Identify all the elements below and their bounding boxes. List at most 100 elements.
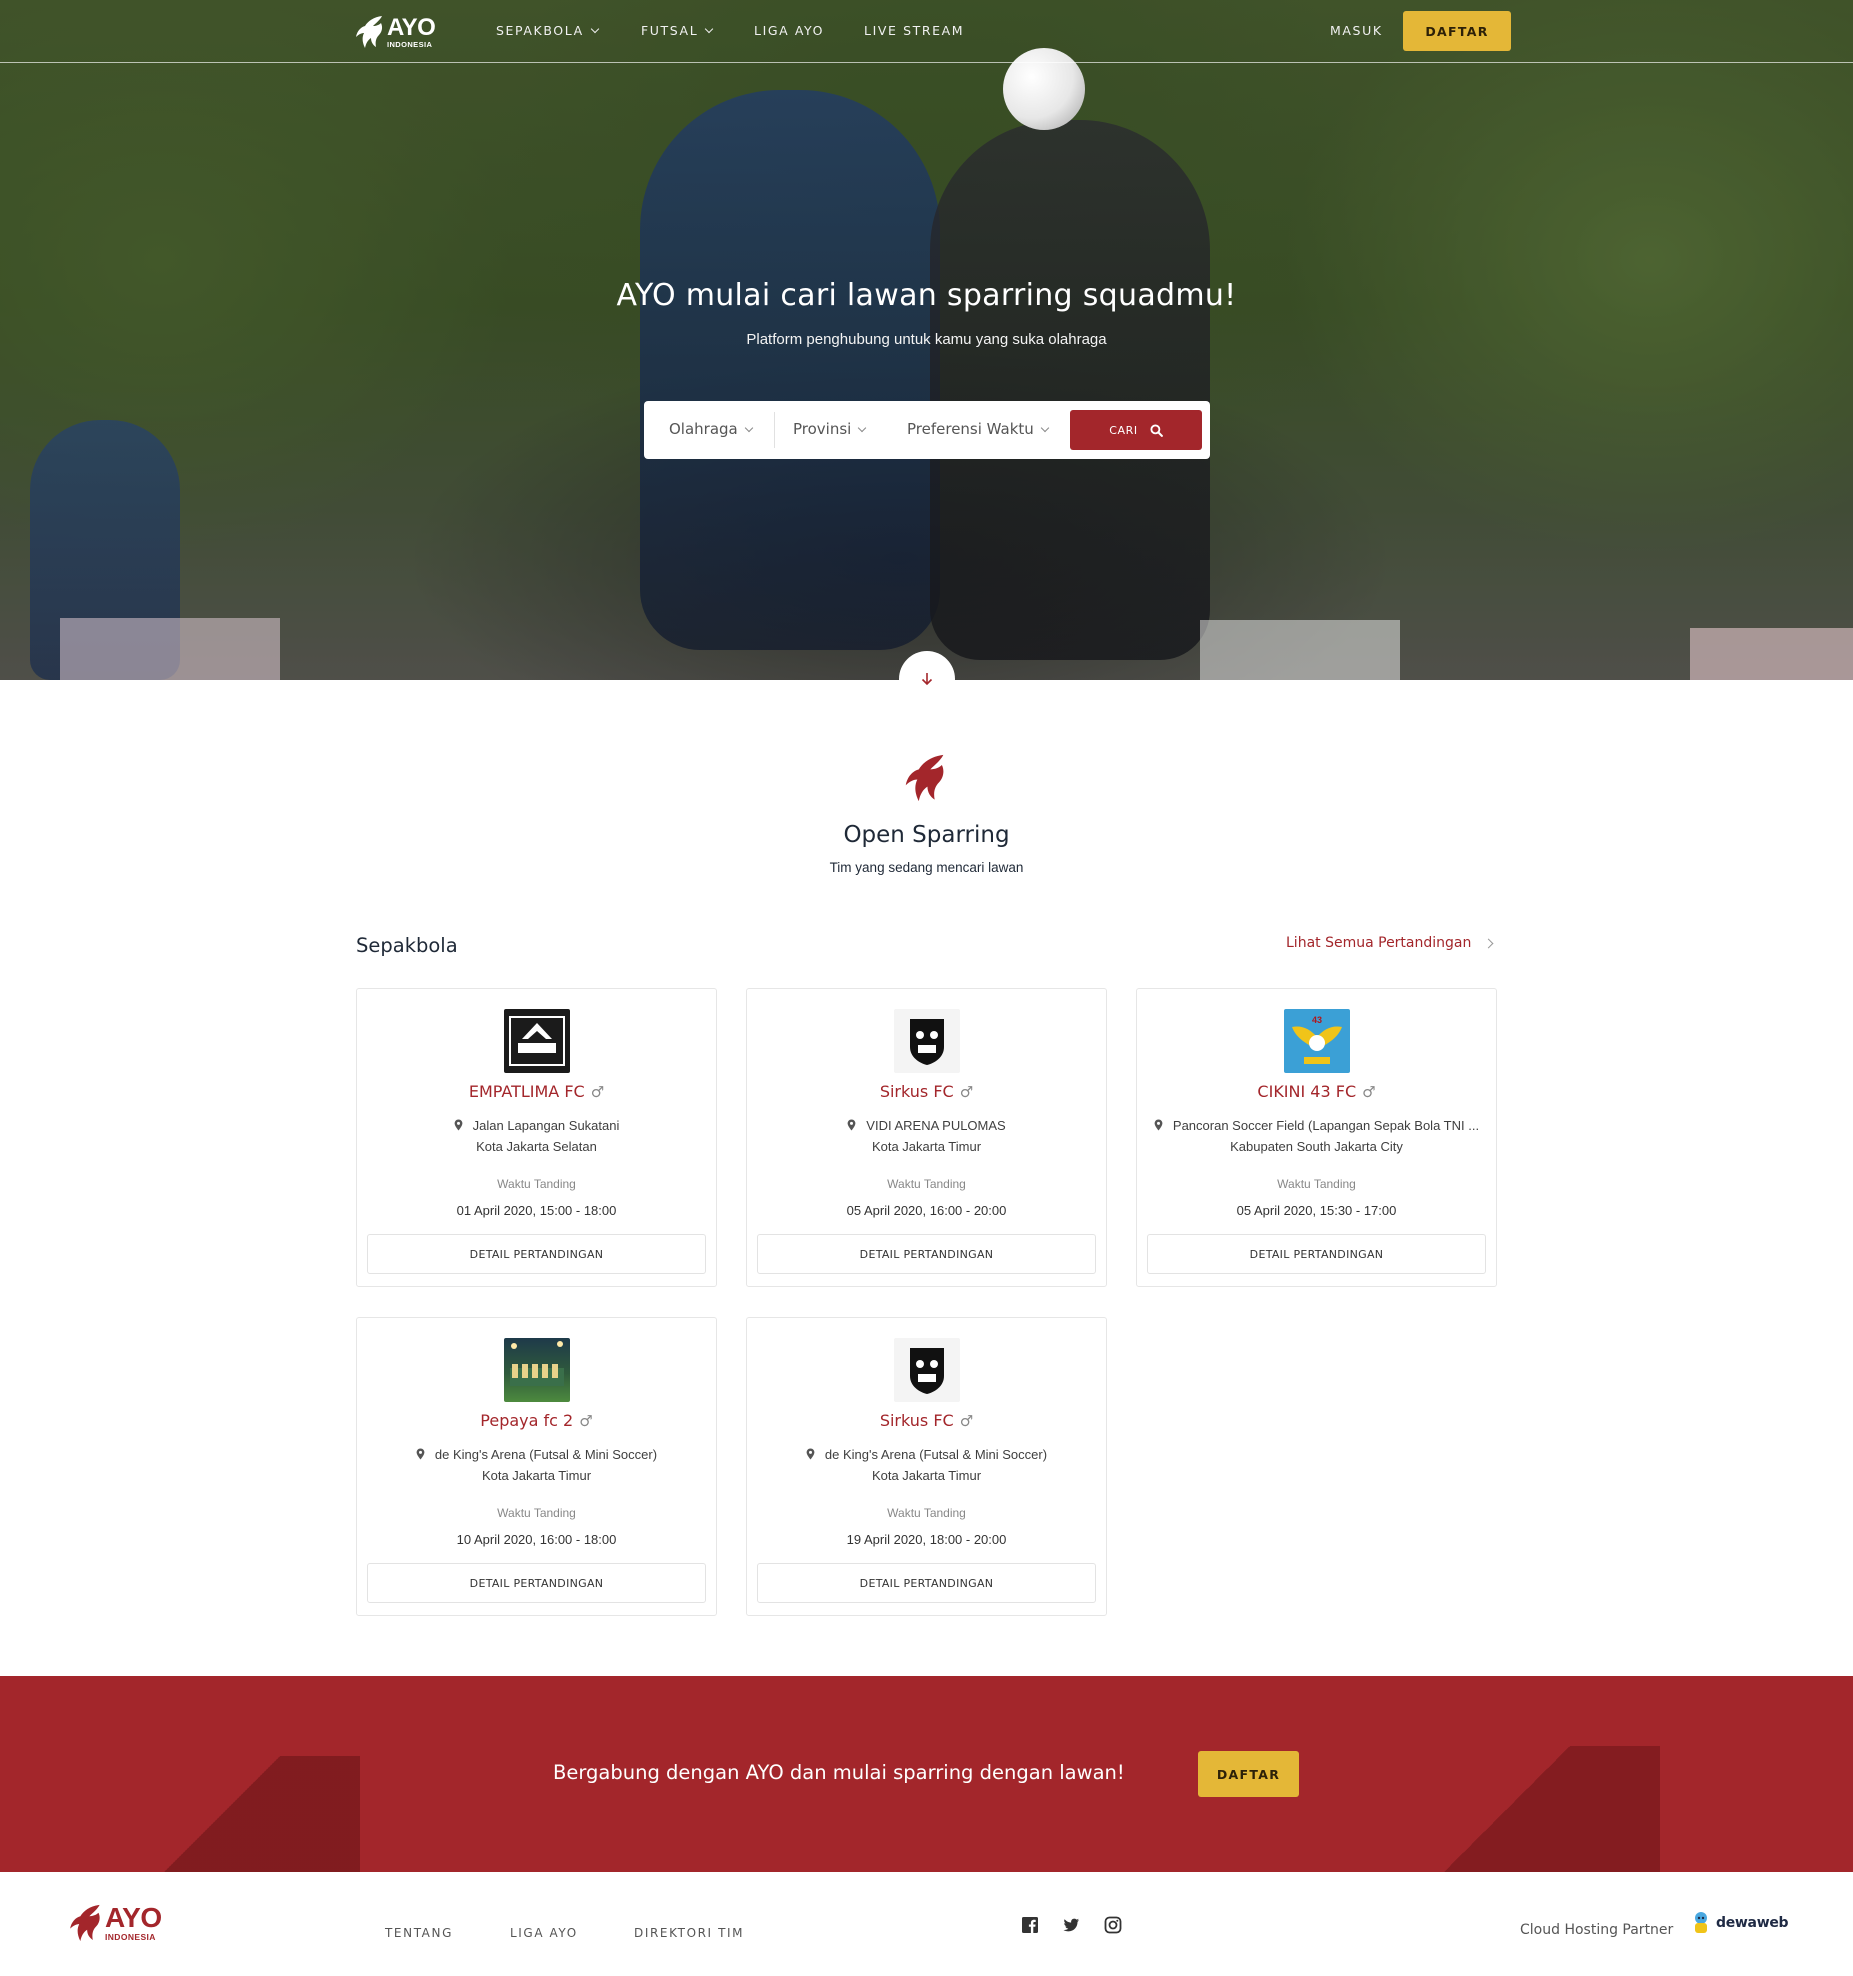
hero-photo-banner: [1690, 628, 1853, 680]
match-detail-button[interactable]: DETAIL PERTANDINGAN: [757, 1563, 1096, 1603]
chevron-down-icon: [858, 423, 867, 433]
team-name-text: Pepaya fc 2: [480, 1411, 574, 1430]
province-select[interactable]: Provinsi: [793, 420, 867, 438]
footer-link-liga-ayo[interactable]: LIGA AYO: [510, 1926, 578, 1940]
team-crest-icon: [509, 1016, 565, 1066]
cta-register-button[interactable]: DAFTAR: [1198, 1751, 1299, 1797]
match-card: Pepaya fc 2 ♂ de King's Arena (Futsal & M…: [356, 1317, 717, 1616]
match-card: 43 CIKINI 43 FC ♂ Pancoran Soccer Field (…: [1136, 988, 1497, 1287]
hero-subtitle: Platform penghubung untuk kamu yang suka…: [746, 331, 1107, 348]
partner-logo[interactable]: dewaweb: [1689, 1910, 1789, 1936]
search-icon: [1150, 423, 1163, 437]
venue-name: de King's Arena (Futsal & Mini Soccer): [434, 1447, 658, 1462]
see-all-matches-link[interactable]: Lihat Semua Pertandingan: [1286, 935, 1494, 951]
match-location: de King's Arena (Futsal & Mini Soccer) K…: [761, 1444, 1092, 1486]
team-crest-icon: [910, 1019, 944, 1065]
map-pin-icon: [454, 1119, 463, 1131]
twitter-icon[interactable]: [1062, 1916, 1080, 1934]
team-name-text: Sirkus FC: [879, 1411, 954, 1430]
match-detail-button[interactable]: DETAIL PERTANDINGAN: [757, 1234, 1096, 1274]
arrow-down-icon: [921, 673, 933, 686]
team-name-text: EMPATLIMA FC: [468, 1082, 585, 1101]
city-name: Kota Jakarta Timur: [871, 1468, 982, 1483]
venue-name: Jalan Lapangan Sukatani: [472, 1118, 620, 1133]
team-name[interactable]: EMPATLIMA FC ♂: [357, 1082, 716, 1101]
footer-link-tentang[interactable]: TENTANG: [385, 1926, 453, 1940]
match-location: Jalan Lapangan Sukatani Kota Jakarta Sel…: [371, 1115, 702, 1157]
sport-select[interactable]: Olahraga: [669, 420, 753, 438]
team-name-text: CIKINI 43 FC: [1257, 1082, 1357, 1101]
brand-logo[interactable]: AYO INDONESIA: [355, 13, 445, 51]
match-time-label: Waktu Tanding: [497, 1177, 576, 1191]
city-name: Kabupaten South Jakarta City: [1230, 1139, 1403, 1154]
team-logo: [894, 1338, 960, 1402]
see-all-label: Lihat Semua Pertandingan: [1286, 935, 1472, 951]
brand-name: AYO: [387, 13, 436, 41]
nav-item-liga-ayo[interactable]: LIGA AYO: [754, 23, 824, 38]
nav-item-sepakbola[interactable]: SEPAKBOLA: [496, 23, 599, 38]
match-date: 10 April 2020, 16:00 - 18:00: [456, 1532, 617, 1547]
nav-item-live-stream[interactable]: LIVE STREAM: [864, 23, 964, 38]
hero-photo-player: [640, 90, 940, 650]
province-select-label: Provinsi: [793, 420, 852, 438]
category-title: Sepakbola: [356, 934, 458, 957]
partner-name: dewaweb: [1716, 1915, 1789, 1931]
match-detail-button[interactable]: DETAIL PERTANDINGAN: [1147, 1234, 1486, 1274]
time-preference-select[interactable]: Preferensi Waktu: [907, 420, 1050, 438]
decorative-shape: [0, 1756, 360, 1872]
sport-select-label: Olahraga: [669, 420, 738, 438]
brand-tagline: INDONESIA: [105, 1932, 156, 1943]
section-heading: Open Sparring: [843, 822, 1010, 848]
time-select-label: Preferensi Waktu: [907, 420, 1034, 438]
nav-item-futsal[interactable]: FUTSAL: [641, 23, 714, 38]
scroll-down-button[interactable]: [899, 651, 955, 707]
hero-photo-banner: [1200, 620, 1400, 680]
team-name[interactable]: Pepaya fc 2 ♂: [357, 1411, 716, 1430]
team-logo: [894, 1009, 960, 1073]
login-link[interactable]: MASUK: [1330, 23, 1383, 38]
match-card: Sirkus FC ♂ de King's Arena (Futsal & Min…: [746, 1317, 1107, 1616]
nav-item-label: LIGA AYO: [754, 23, 825, 38]
team-crest-icon: [910, 1348, 944, 1394]
footer-logo[interactable]: AYO INDONESIA: [69, 1902, 162, 1944]
hero-photo-player: [930, 120, 1210, 660]
venue-name: de King's Arena (Futsal & Mini Soccer): [824, 1447, 1048, 1462]
cta-text: Bergabung dengan AYO dan mulai sparring …: [553, 1761, 1125, 1784]
match-card: EMPATLIMA FC ♂ Jalan Lapangan Sukatani Ko…: [356, 988, 717, 1287]
nav-item-label: FUTSAL: [641, 23, 699, 38]
male-icon: ♂: [590, 1083, 605, 1101]
chevron-down-icon: [705, 24, 714, 34]
match-location: de King's Arena (Futsal & Mini Soccer) K…: [371, 1444, 702, 1486]
match-time-label: Waktu Tanding: [887, 1506, 966, 1520]
team-logo: [504, 1009, 570, 1073]
chevron-right-icon: [1483, 938, 1494, 948]
match-card: Sirkus FC ♂ VIDI ARENA PULOMAS Kota Jakar…: [746, 988, 1107, 1287]
search-button[interactable]: CARI: [1070, 410, 1202, 450]
match-detail-button[interactable]: DETAIL PERTANDINGAN: [367, 1234, 706, 1274]
search-button-label: CARI: [1109, 423, 1138, 437]
hero-title: AYO mulai cari lawan sparring squadmu!: [616, 278, 1237, 313]
instagram-icon[interactable]: [1104, 1916, 1122, 1934]
map-pin-icon: [847, 1119, 856, 1131]
map-pin-icon: [416, 1448, 425, 1460]
match-time-label: Waktu Tanding: [887, 1177, 966, 1191]
map-pin-icon: [1154, 1119, 1163, 1131]
match-detail-button[interactable]: DETAIL PERTANDINGAN: [367, 1563, 706, 1603]
team-name[interactable]: Sirkus FC ♂: [747, 1411, 1106, 1430]
register-button[interactable]: DAFTAR: [1403, 11, 1511, 51]
eagle-logo-icon: [356, 16, 383, 48]
chevron-down-icon: [1040, 423, 1050, 433]
chevron-down-icon: [744, 423, 753, 433]
male-icon: ♂: [1362, 1083, 1376, 1101]
city-name: Kota Jakarta Timur: [481, 1468, 592, 1483]
footer-link-direktori-tim[interactable]: DIREKTORI TIM: [634, 1926, 744, 1940]
team-name[interactable]: CIKINI 43 FC ♂: [1137, 1082, 1496, 1101]
team-name[interactable]: Sirkus FC ♂: [747, 1082, 1106, 1101]
match-date: 05 April 2020, 15:30 - 17:00: [1236, 1203, 1397, 1218]
chevron-down-icon: [590, 24, 599, 34]
eagle-icon: [905, 754, 944, 802]
cta-banner: Bergabung dengan AYO dan mulai sparring …: [0, 1676, 1853, 1872]
search-bar: Olahraga Provinsi Preferensi Waktu CARI: [644, 401, 1210, 459]
brand-name: AYO: [105, 1902, 162, 1934]
facebook-icon[interactable]: [1021, 1916, 1039, 1934]
